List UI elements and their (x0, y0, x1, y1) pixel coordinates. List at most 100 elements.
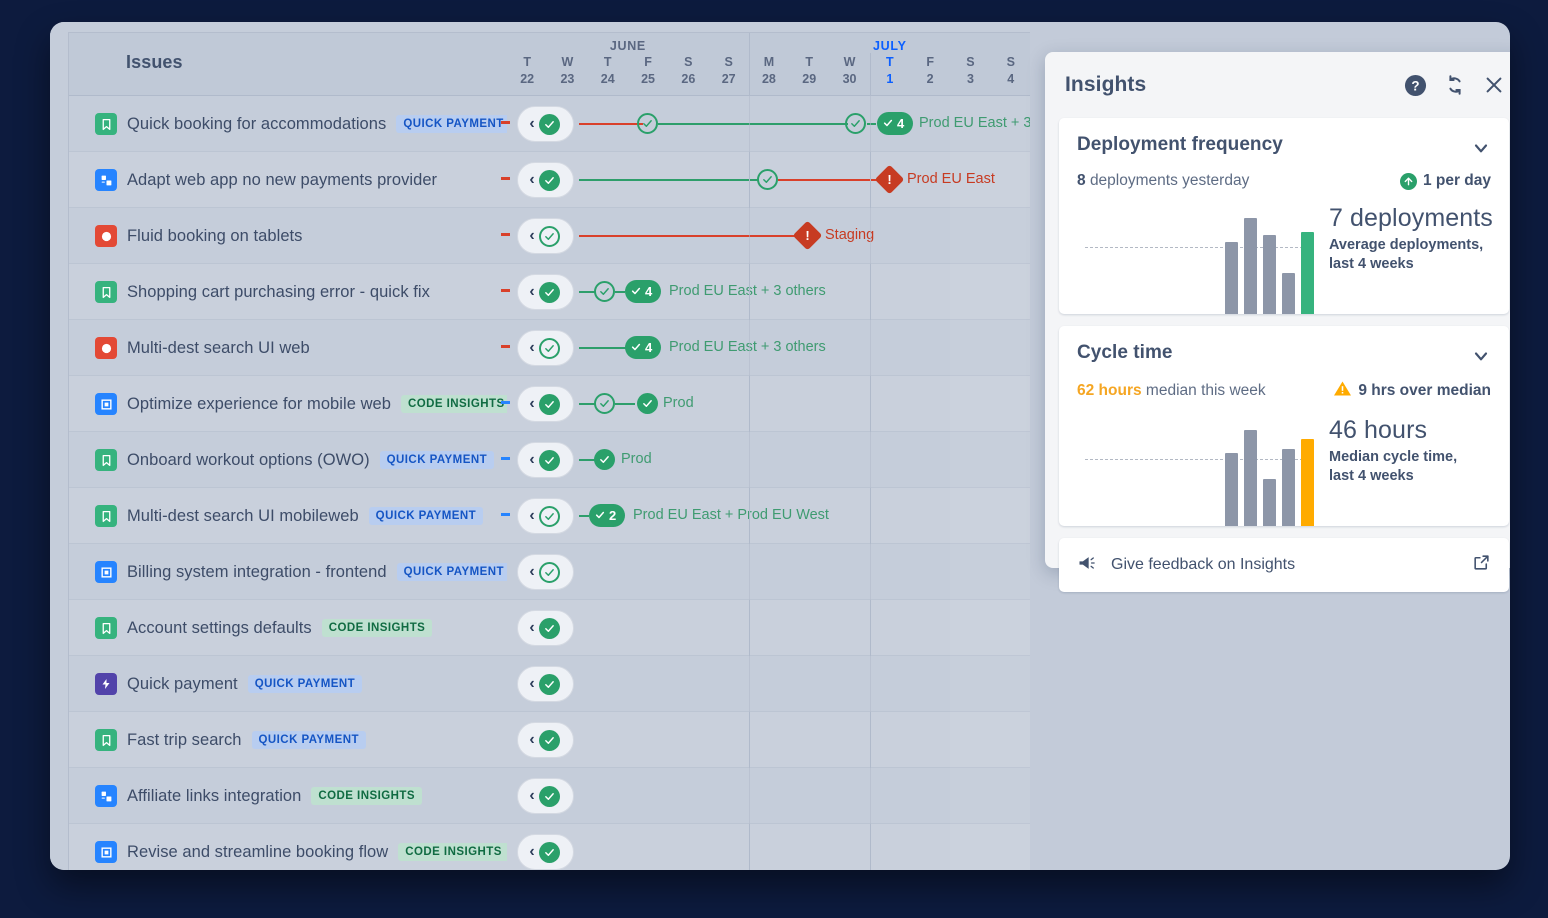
issue-summary[interactable]: Revise and streamline booking flow (127, 843, 388, 862)
issue-cell[interactable]: Optimize experience for mobile web CODE I… (69, 376, 507, 432)
deployment-node-icon[interactable] (594, 393, 615, 414)
deployment-count-badge[interactable]: 4 (625, 336, 661, 359)
timeline-cell[interactable]: ‹!Staging (507, 208, 1030, 264)
chevron-left-icon[interactable]: ‹ (529, 228, 534, 244)
issue-summary[interactable]: Affiliate links integration (127, 787, 301, 806)
table-row[interactable]: Revise and streamline booking flow CODE I… (69, 824, 1030, 870)
deployment-count-badge[interactable]: 4 (625, 280, 661, 303)
issue-cell[interactable]: Onboard workout options (OWO)QUICK PAYME… (69, 432, 507, 488)
issue-status-pill[interactable]: ‹ (517, 778, 574, 814)
issue-cell[interactable]: Fast trip search QUICK PAYMENT (69, 712, 507, 768)
chevron-left-icon[interactable]: ‹ (529, 788, 534, 804)
check-circle-icon[interactable] (539, 450, 560, 471)
deployment-count-badge[interactable]: 2 (589, 504, 625, 527)
table-row[interactable]: Adapt web app no new payments provider‹!… (69, 152, 1030, 208)
issue-status-pill[interactable]: ‹ (517, 330, 574, 366)
check-circle-icon[interactable] (539, 618, 560, 639)
check-circle-icon[interactable] (539, 226, 560, 247)
issue-status-pill[interactable]: ‹ (517, 218, 574, 254)
check-circle-icon[interactable] (539, 842, 560, 863)
deployment-node-icon[interactable] (637, 393, 658, 414)
label-chip[interactable]: QUICK PAYMENT (252, 731, 366, 749)
timeline-cell[interactable]: ‹2Prod EU East + Prod EU West (507, 488, 1030, 544)
table-row[interactable]: Fluid booking on tablets ‹!Staging (69, 208, 1030, 264)
check-circle-icon[interactable] (539, 674, 560, 695)
chevron-left-icon[interactable]: ‹ (529, 620, 534, 636)
issue-cell[interactable]: Multi-dest search UI mobileweb QUICK PAYM… (69, 488, 507, 544)
table-row[interactable]: Quick payment QUICK PAYMENT ‹ (69, 656, 1030, 712)
deployment-count-badge[interactable]: 4 (877, 112, 913, 135)
deployment-node-icon[interactable] (845, 113, 866, 134)
insight-card[interactable]: Deployment frequency8 deployments yester… (1059, 118, 1509, 314)
issue-summary[interactable]: Adapt web app no new payments provider (127, 171, 437, 190)
issue-status-pill[interactable]: ‹ (517, 722, 574, 758)
check-circle-icon[interactable] (539, 282, 560, 303)
refresh-icon[interactable] (1444, 74, 1466, 96)
chevron-left-icon[interactable]: ‹ (529, 564, 534, 580)
issue-cell[interactable]: Affiliate links integrationCODE INSIGHTS (69, 768, 507, 824)
table-row[interactable]: Multi-dest search UI mobileweb QUICK PAYM… (69, 488, 1030, 544)
table-row[interactable]: Affiliate links integrationCODE INSIGHTS… (69, 768, 1030, 824)
timeline-cell[interactable]: ‹4Prod EU East + 3 others (507, 96, 1030, 152)
issue-summary[interactable]: Quick booking for accommodations (127, 115, 386, 134)
table-row[interactable]: Optimize experience for mobile web CODE I… (69, 376, 1030, 432)
check-circle-icon[interactable] (539, 730, 560, 751)
label-chip[interactable]: QUICK PAYMENT (369, 507, 483, 525)
chevron-left-icon[interactable]: ‹ (529, 844, 534, 860)
chevron-left-icon[interactable]: ‹ (529, 116, 534, 132)
label-chip[interactable]: QUICK PAYMENT (397, 563, 507, 581)
issue-cell[interactable]: Revise and streamline booking flow CODE I… (69, 824, 507, 870)
issue-summary[interactable]: Account settings defaults (127, 619, 312, 638)
give-feedback-row[interactable]: Give feedback on Insights (1059, 538, 1509, 592)
issue-cell[interactable]: Quick booking for accommodations QUICK PA… (69, 96, 507, 152)
check-circle-icon[interactable] (539, 170, 560, 191)
label-chip[interactable]: QUICK PAYMENT (380, 451, 494, 469)
table-row[interactable]: Shopping cart purchasing error - quick f… (69, 264, 1030, 320)
issue-status-pill[interactable]: ‹ (517, 386, 574, 422)
issue-status-pill[interactable]: ‹ (517, 162, 574, 198)
table-row[interactable]: Multi-dest search UI web‹4Prod EU East +… (69, 320, 1030, 376)
timeline-cell[interactable]: ‹ (507, 656, 1030, 712)
timeline-cell[interactable]: ‹Prod (507, 376, 1030, 432)
issue-status-pill[interactable]: ‹ (517, 106, 574, 142)
timeline-cell[interactable]: ‹4Prod EU East + 3 others (507, 320, 1030, 376)
issue-summary[interactable]: Billing system integration - frontend (127, 563, 387, 582)
timeline-cell[interactable]: ‹ (507, 824, 1030, 870)
chevron-left-icon[interactable]: ‹ (529, 508, 534, 524)
timeline-cell[interactable]: ‹ (507, 712, 1030, 768)
check-circle-icon[interactable] (539, 562, 560, 583)
issue-cell[interactable]: Multi-dest search UI web (69, 320, 507, 376)
issue-summary[interactable]: Fast trip search (127, 731, 242, 750)
issue-status-pill[interactable]: ‹ (517, 666, 574, 702)
deployment-node-icon[interactable] (594, 449, 615, 470)
issue-cell[interactable]: Quick payment QUICK PAYMENT (69, 656, 507, 712)
issue-summary[interactable]: Multi-dest search UI mobileweb (127, 507, 359, 526)
table-row[interactable]: Account settings defaultsCODE INSIGHTS‹ (69, 600, 1030, 656)
help-circle-icon[interactable]: ? (1404, 74, 1427, 97)
issue-status-pill[interactable]: ‹ (517, 498, 574, 534)
label-chip[interactable]: QUICK PAYMENT (248, 675, 362, 693)
issue-summary[interactable]: Multi-dest search UI web (127, 339, 310, 358)
table-row[interactable]: Onboard workout options (OWO)QUICK PAYME… (69, 432, 1030, 488)
close-icon[interactable] (1483, 74, 1505, 96)
label-chip[interactable]: QUICK PAYMENT (396, 115, 507, 133)
issue-summary[interactable]: Optimize experience for mobile web (127, 395, 391, 414)
external-link-icon[interactable] (1472, 553, 1491, 577)
label-chip[interactable]: CODE INSIGHTS (401, 395, 507, 413)
check-circle-icon[interactable] (539, 394, 560, 415)
issue-summary[interactable]: Fluid booking on tablets (127, 227, 302, 246)
chevron-left-icon[interactable]: ‹ (529, 732, 534, 748)
chevron-down-icon[interactable] (1471, 346, 1491, 371)
issue-cell[interactable]: Billing system integration - frontend QUI… (69, 544, 507, 600)
issue-cell[interactable]: Shopping cart purchasing error - quick f… (69, 264, 507, 320)
issue-summary[interactable]: Quick payment (127, 675, 238, 694)
chevron-left-icon[interactable]: ‹ (529, 284, 534, 300)
check-circle-icon[interactable] (539, 786, 560, 807)
issue-summary[interactable]: Shopping cart purchasing error - quick f… (127, 283, 430, 302)
timeline-cell[interactable]: ‹4Prod EU East + 3 others (507, 264, 1030, 320)
insight-card[interactable]: Cycle time62 hours median this week9 hrs… (1059, 326, 1509, 526)
check-circle-icon[interactable] (539, 506, 560, 527)
chevron-left-icon[interactable]: ‹ (529, 396, 534, 412)
label-chip[interactable]: CODE INSIGHTS (398, 843, 507, 861)
timeline-cell[interactable]: ‹ (507, 544, 1030, 600)
